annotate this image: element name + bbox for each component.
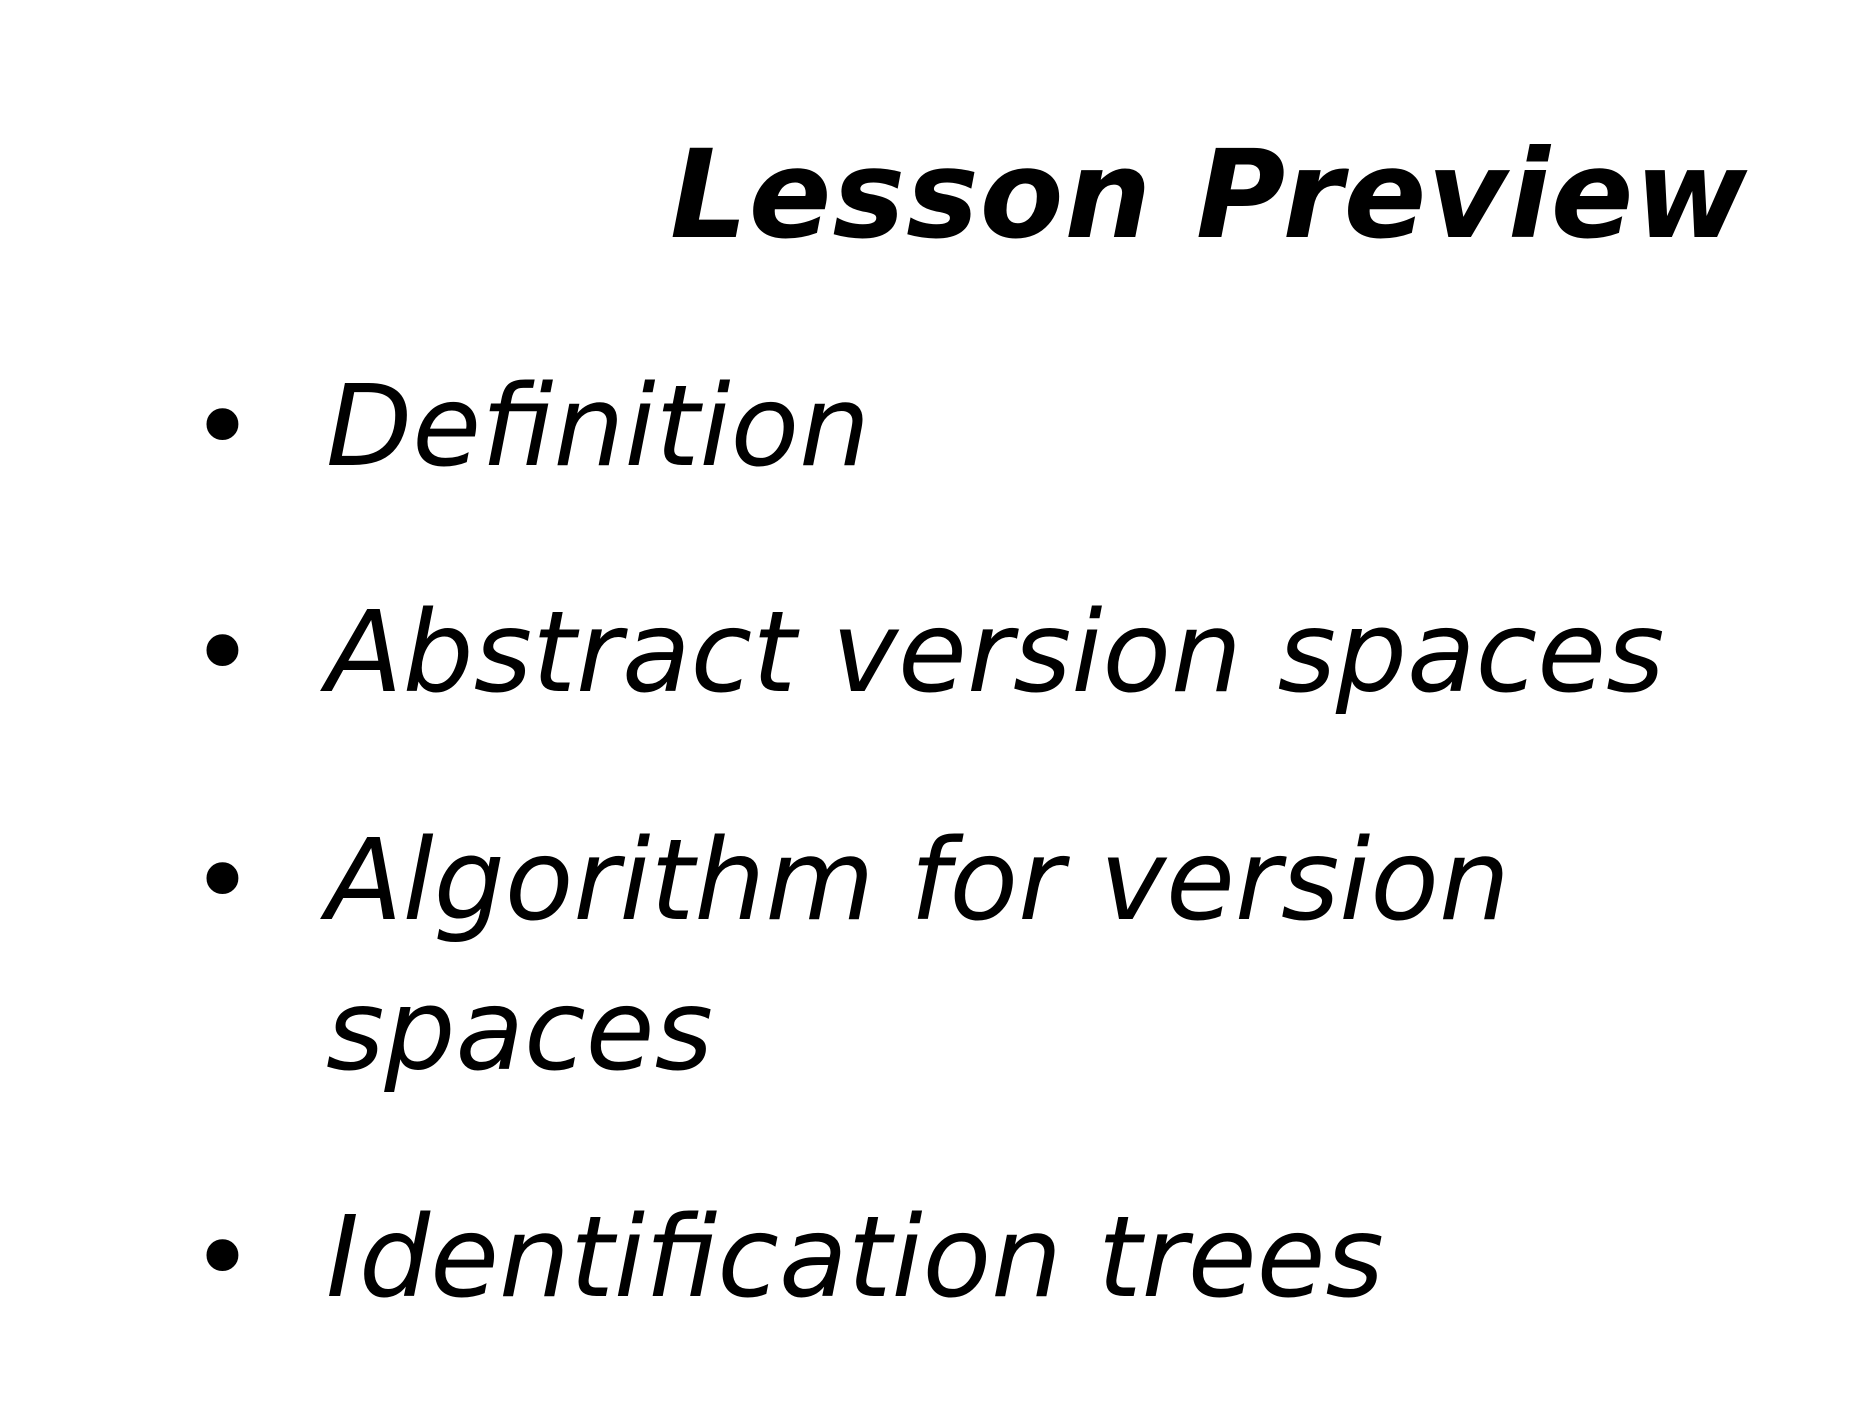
bullet-text: Abstract version spaces — [326, 588, 1665, 718]
bullet-text: Identification trees — [326, 1193, 1384, 1323]
bullet-text: Definition — [326, 362, 871, 492]
bullet-icon: • — [190, 589, 255, 717]
bullet-item: • Algorithm for version spaces — [190, 806, 1726, 1106]
slide-title: Lesson Preview — [670, 124, 1749, 266]
bullet-text: Algorithm for version spaces — [326, 816, 1510, 1096]
bullet-item: • Identification trees — [190, 1183, 1850, 1333]
bullet-icon: • — [190, 1194, 255, 1322]
bullet-item: • Abstract version spaces — [190, 578, 1850, 728]
bullet-item: • Definition — [190, 352, 1850, 502]
bullet-icon: • — [190, 817, 255, 945]
bullet-icon: • — [190, 363, 255, 491]
